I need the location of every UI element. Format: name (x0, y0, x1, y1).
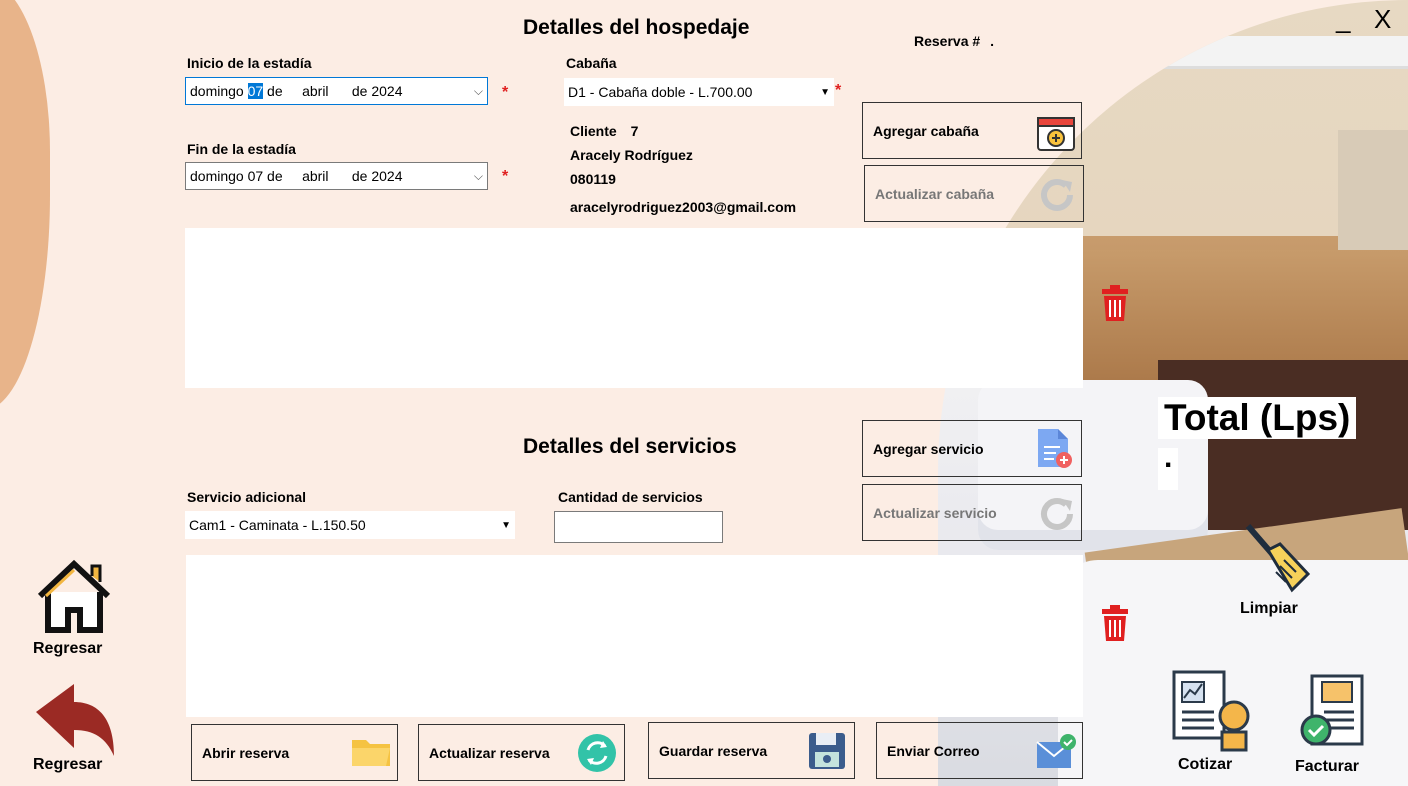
calendar-add-icon (1037, 117, 1075, 151)
invoice-button[interactable]: Facturar (1295, 758, 1359, 776)
dropdown-arrow-icon[interactable]: ▼ (501, 520, 511, 531)
refresh-icon (1041, 498, 1073, 530)
cabana-label: Cabaña (566, 55, 617, 71)
cliente-email: aracelyrodriguez2003@gmail.com (570, 199, 797, 215)
chevron-down-icon[interactable]: ⌵ (474, 169, 483, 184)
inicio-label: Inicio de la estadía (187, 55, 312, 71)
add-document-icon (1038, 429, 1072, 468)
folder-icon (352, 740, 390, 766)
required-mark: * (835, 82, 842, 99)
chevron-down-icon[interactable]: ⌵ (474, 84, 483, 99)
broom-icon[interactable] (1238, 520, 1318, 600)
servicios-title: Detalles del servicios (523, 435, 737, 458)
back-arrow-icon[interactable] (34, 682, 118, 758)
email-check-icon (1036, 734, 1076, 768)
close-button[interactable]: X (1374, 4, 1391, 35)
reserva-number: . (990, 33, 994, 49)
dropdown-arrow-icon[interactable]: ▼ (820, 87, 830, 98)
fin-label: Fin de la estadía (187, 141, 296, 157)
cliente-id: 7 (630, 123, 639, 139)
cliente-code: 080119 (570, 171, 616, 187)
trash-icon[interactable] (1098, 603, 1132, 643)
required-mark: * (502, 84, 509, 101)
sync-icon (578, 734, 616, 772)
home-label[interactable]: Regresar (33, 640, 102, 658)
refresh-icon (1041, 179, 1073, 211)
back-label[interactable]: Regresar (33, 756, 102, 774)
decorative-blob (0, 0, 50, 410)
floppy-disk-icon (809, 733, 845, 769)
clear-button[interactable]: Limpiar (1240, 600, 1298, 618)
quote-button[interactable]: Cotizar (1178, 756, 1232, 774)
total-label: Total (Lps) (1158, 397, 1357, 439)
quote-report-icon[interactable] (1170, 668, 1254, 754)
minimize-button[interactable]: _ (1336, 4, 1350, 35)
cabins-list[interactable] (185, 228, 1083, 388)
reserva-label: Reserva # . (914, 33, 994, 49)
total-value: . (1158, 443, 1179, 490)
servicio-label: Servicio adicional (187, 489, 307, 505)
cliente-name: Aracely Rodríguez (570, 147, 693, 163)
cantidad-input[interactable] (554, 511, 723, 543)
cliente-label: Cliente 7 (570, 123, 639, 139)
cabana-select[interactable]: D1 - Cabaña doble - L.700.00 ▼ (564, 78, 834, 106)
home-icon[interactable] (34, 556, 114, 636)
invoice-icon[interactable] (1296, 672, 1368, 756)
inicio-date-picker[interactable]: domingo 07 de abril de 2024 ⌵ (185, 77, 488, 105)
hospedaje-title: Detalles del hospedaje (523, 16, 750, 39)
required-mark: * (502, 168, 509, 185)
trash-icon[interactable] (1098, 283, 1132, 323)
cantidad-label: Cantidad de servicios (558, 489, 703, 505)
services-list[interactable] (186, 555, 1083, 717)
fin-date-picker[interactable]: domingo 07 de abril de 2024 ⌵ (185, 162, 488, 190)
servicio-select[interactable]: Cam1 - Caminata - L.150.50 ▼ (185, 511, 515, 539)
